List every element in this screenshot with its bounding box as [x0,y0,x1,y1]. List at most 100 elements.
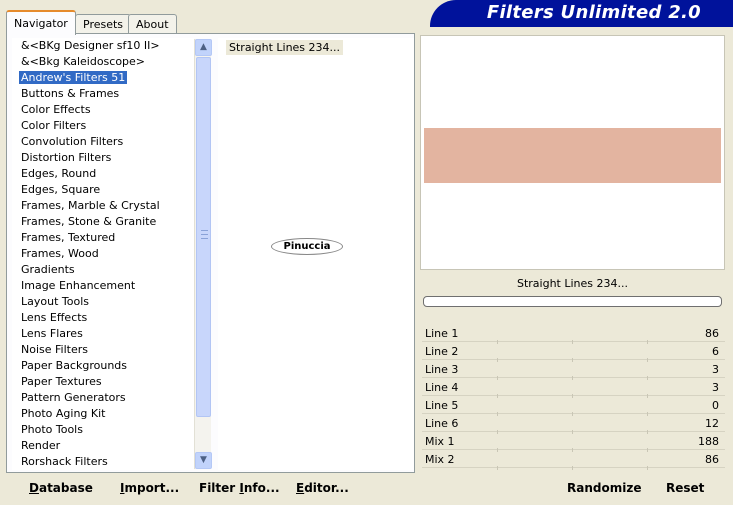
category-item[interactable]: Image Enhancement [12,278,194,294]
category-label: Lens Flares [21,327,83,340]
database-button[interactable]: Database [29,480,93,496]
category-list[interactable]: &<BKg Designer sf10 II> &<Bkg Kaleidoscop… [12,38,194,470]
category-item[interactable]: Frames, Wood [12,246,194,262]
category-label: Edges, Round [21,167,97,180]
category-scrollbar[interactable]: ▲ ▼ [194,39,212,469]
slider-tick [647,466,648,470]
pinuccia-logo: Pinuccia [271,238,343,255]
category-item[interactable]: Buttons & Frames [12,86,194,102]
category-label: Noise Filters [21,343,88,356]
param-value: 12 [705,417,719,430]
category-item[interactable]: Layout Tools [12,294,194,310]
param-row[interactable]: Line 6 12 [422,416,725,434]
category-item[interactable]: Frames, Marble & Crystal [12,198,194,214]
category-label: Paper Textures [21,375,102,388]
param-row[interactable]: Line 5 0 [422,398,725,416]
slider-tick [572,466,573,470]
category-item[interactable]: Color Effects [12,102,194,118]
scroll-down-button[interactable]: ▼ [195,452,212,469]
category-item[interactable]: Photo Tools [12,422,194,438]
param-value: 86 [705,453,719,466]
tab-presets[interactable]: Presets [75,14,132,34]
category-item[interactable]: Andrew's Filters 51 [12,70,194,86]
editor-button[interactable]: Editor... [296,480,349,496]
category-label: Paper Backgrounds [21,359,128,372]
category-item[interactable]: Distortion Filters [12,150,194,166]
category-label: Andrew's Filters 51 [19,71,128,84]
preview-swatch [424,128,721,183]
param-name: Mix 1 [425,435,455,448]
category-item[interactable]: &<Bkg Kaleidoscope> [12,54,194,70]
category-label: Buttons & Frames [21,87,120,100]
category-item[interactable]: Paper Textures [12,374,194,390]
category-label: Distortion Filters [21,151,112,164]
randomize-button[interactable]: Randomize [567,480,641,496]
import-button[interactable]: Import... [120,480,179,496]
slider-track[interactable] [422,449,725,450]
category-label: Color Filters [21,119,87,132]
param-row[interactable]: Mix 1 188 [422,434,725,452]
param-value: 0 [712,399,719,412]
category-label: Gradients [21,263,75,276]
param-value: 6 [712,345,719,358]
param-row[interactable]: Line 1 86 [422,326,725,344]
category-label: Frames, Stone & Granite [21,215,157,228]
param-name: Line 4 [425,381,459,394]
param-row[interactable]: Line 2 6 [422,344,725,362]
category-item[interactable]: Photo Aging Kit [12,406,194,422]
category-item[interactable]: Edges, Square [12,182,194,198]
filter-list[interactable]: Straight Lines 234... Pinuccia [218,38,414,470]
category-item[interactable]: &<BKg Designer sf10 II> [12,38,194,54]
category-item[interactable]: Color Filters [12,118,194,134]
category-item[interactable]: Lens Flares [12,326,194,342]
param-row[interactable]: Mix 2 86 [422,452,725,470]
category-item[interactable]: Rorshack Filters [12,454,194,470]
category-label: Convolution Filters [21,135,124,148]
title-banner: Filters Unlimited 2.0 [430,0,733,27]
category-item[interactable]: Edges, Round [12,166,194,182]
filter-info-button[interactable]: Filter Info... [199,480,280,496]
param-row[interactable]: Line 4 3 [422,380,725,398]
param-value: 86 [705,327,719,340]
slider-track[interactable] [422,413,725,414]
slider-track[interactable] [422,431,725,432]
reset-button[interactable]: Reset [666,480,704,496]
category-item[interactable]: Pattern Generators [12,390,194,406]
scroll-up-button[interactable]: ▲ [195,39,212,56]
category-item[interactable]: Frames, Textured [12,230,194,246]
slider-track[interactable] [422,395,725,396]
progress-bar [423,296,722,307]
scroll-thumb[interactable] [196,57,211,417]
category-label: Frames, Wood [21,247,99,260]
param-value: 188 [698,435,719,448]
category-label: Photo Aging Kit [21,407,106,420]
param-name: Line 2 [425,345,459,358]
grip-icon [201,230,208,239]
category-label: Pattern Generators [21,391,126,404]
filter-item-straight-lines[interactable]: Straight Lines 234... [226,40,344,55]
category-item[interactable]: Render [12,438,194,454]
slider-track[interactable] [422,467,725,468]
slider-track[interactable] [422,341,725,342]
category-item[interactable]: Gradients [12,262,194,278]
slider-tick [497,466,498,470]
category-label: &<Bkg Kaleidoscope> [21,55,146,68]
category-item[interactable]: Frames, Stone & Granite [12,214,194,230]
param-row[interactable]: Line 3 3 [422,362,725,380]
category-item[interactable]: Lens Effects [12,310,194,326]
category-item[interactable]: Noise Filters [12,342,194,358]
param-name: Line 3 [425,363,459,376]
category-label: Layout Tools [21,295,89,308]
tab-navigator[interactable]: Navigator [6,10,76,35]
tab-about[interactable]: About [128,14,177,34]
param-name: Line 1 [425,327,459,340]
param-value: 3 [712,381,719,394]
current-filter-name: Straight Lines 234... [516,277,628,290]
slider-track[interactable] [422,377,725,378]
param-value: 3 [712,363,719,376]
category-item[interactable]: Paper Backgrounds [12,358,194,374]
category-item[interactable]: Convolution Filters [12,134,194,150]
slider-track[interactable] [422,359,725,360]
category-label: Edges, Square [21,183,101,196]
category-label: &<BKg Designer sf10 II> [21,39,160,52]
